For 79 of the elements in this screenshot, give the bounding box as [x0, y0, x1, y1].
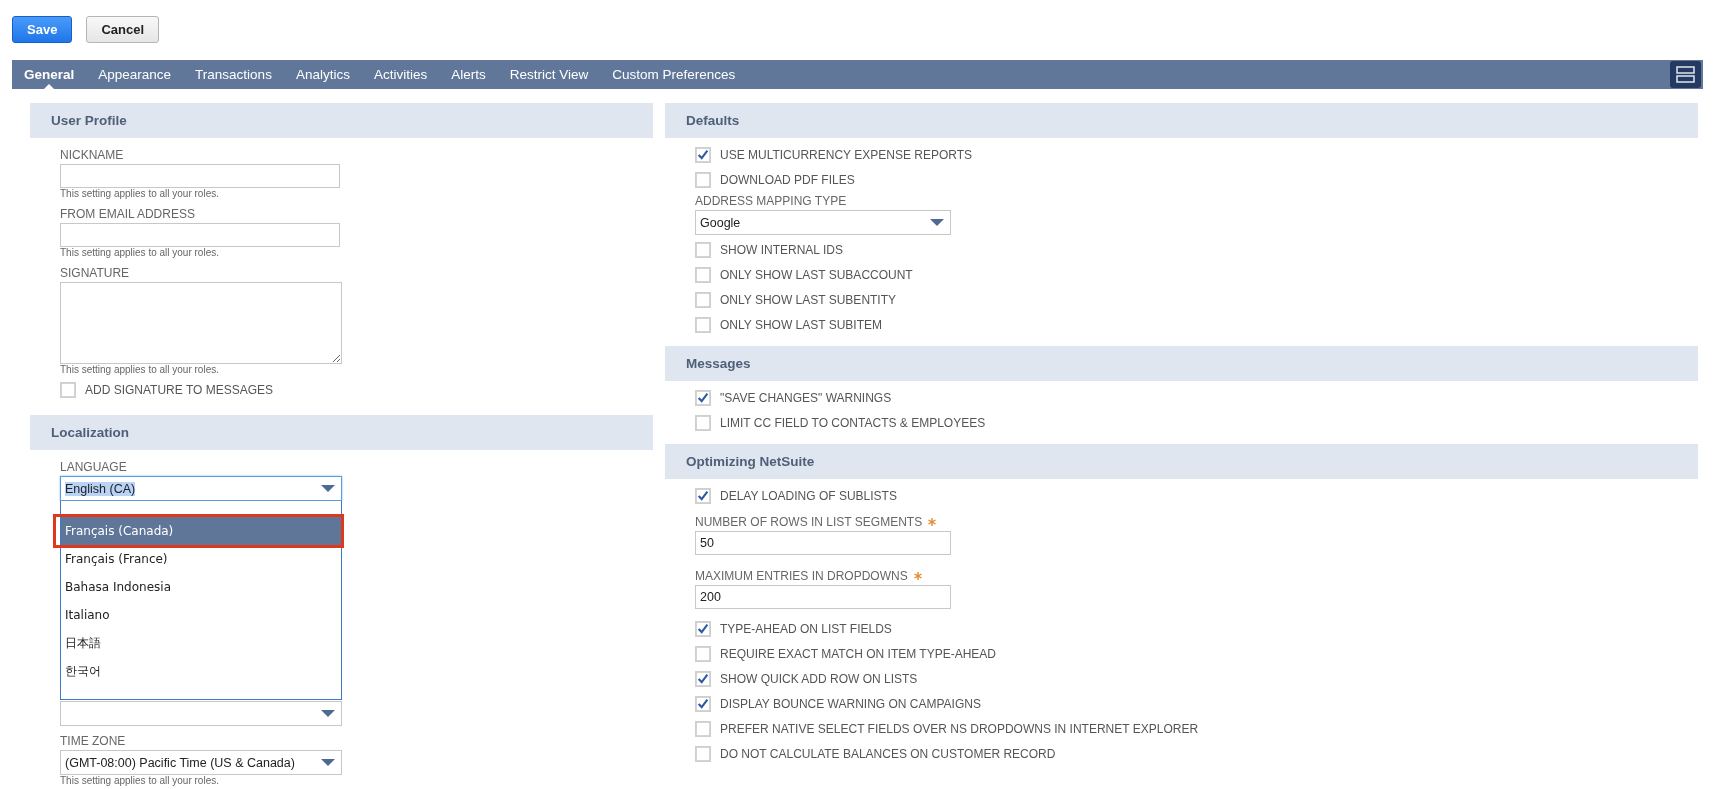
field-label: LANGUAGE — [60, 460, 127, 474]
text-field[interactable]: 200 — [695, 585, 951, 609]
help-text: This setting applies to all your roles. — [60, 776, 219, 786]
caret-icon — [321, 709, 335, 718]
checkbox-label: USE MULTICURRENCY EXPENSE REPORTS — [720, 147, 973, 162]
caret-icon — [321, 484, 335, 493]
tab[interactable]: Analytics — [283, 60, 362, 89]
checkbox-label: SHOW QUICK ADD ROW ON LISTS — [720, 671, 918, 686]
text-field[interactable] — [60, 164, 340, 188]
tab[interactable]: Alerts — [439, 60, 498, 89]
dropdown-field[interactable]: (GMT-08:00) Pacific Time (US & Canada) — [60, 750, 342, 775]
checkbox-label: ONLY SHOW LAST SUBACCOUNT — [720, 267, 913, 282]
cancel-button[interactable]: Cancel — [86, 16, 159, 43]
dropdown-field[interactable]: English (CA) — [60, 476, 342, 501]
field-label: FROM EMAIL ADDRESS — [60, 207, 195, 221]
checkbox[interactable] — [695, 171, 711, 188]
tab[interactable]: Appearance — [86, 60, 184, 89]
section-header: User Profile — [30, 103, 653, 138]
section-header: Messages — [665, 346, 1698, 381]
checkbox[interactable] — [695, 291, 711, 308]
checkbox[interactable] — [695, 389, 711, 406]
checkbox[interactable] — [695, 695, 711, 712]
checkbox[interactable] — [695, 645, 711, 662]
caret-icon — [321, 758, 335, 767]
field-label: NUMBER OF ROWS IN LIST SEGMENTS — [695, 515, 923, 529]
field-label: ADDRESS MAPPING TYPE — [695, 194, 847, 208]
checkbox-label: LIMIT CC FIELD TO CONTACTS & EMPLOYEES — [720, 415, 986, 430]
help-text: This setting applies to all your roles. — [60, 365, 219, 375]
help-text: This setting applies to all your roles. — [60, 189, 219, 199]
dropdown-option[interactable]: Français (France) — [61, 545, 341, 573]
section-header: Localization — [30, 415, 653, 450]
field-label: SIGNATURE — [60, 266, 130, 280]
checkbox[interactable] — [695, 146, 711, 163]
checkbox[interactable] — [695, 414, 711, 431]
caret-icon — [930, 218, 944, 227]
tab[interactable]: Activities — [361, 60, 440, 89]
checkbox-label: ONLY SHOW LAST SUBENTITY — [720, 292, 897, 307]
checkbox-label: TYPE-AHEAD ON LIST FIELDS — [720, 621, 892, 636]
checkbox[interactable] — [695, 266, 711, 283]
checkbox-label: REQUIRE EXACT MATCH ON ITEM TYPE-AHEAD — [720, 646, 997, 661]
dropdown-option[interactable]: 한국어 — [61, 657, 341, 685]
dropdown-option[interactable]: Français (Canada) — [61, 517, 341, 545]
checkbox[interactable] — [695, 241, 711, 258]
dropdown-option[interactable]: Italiano — [61, 601, 341, 629]
checkbox[interactable] — [695, 487, 711, 504]
save-button[interactable]: Save — [12, 16, 73, 43]
dropdown-option[interactable]: 日本語 — [61, 629, 341, 657]
section-header: Optimizing NetSuite — [665, 444, 1698, 479]
section-header: Defaults — [665, 103, 1698, 138]
dropdown-option[interactable]: Bahasa Indonesia — [61, 573, 341, 601]
field-label: NICKNAME — [60, 148, 124, 162]
checkbox[interactable] — [695, 720, 711, 737]
text-field[interactable]: 50 — [695, 531, 951, 555]
text-field[interactable] — [60, 223, 340, 247]
tab[interactable]: Transactions — [183, 60, 284, 89]
tab[interactable]: Custom Preferences — [600, 60, 748, 89]
checkbox-label: DISPLAY BOUNCE WARNING ON CAMPAIGNS — [720, 696, 981, 711]
checkbox-label: "SAVE CHANGES" WARNINGS — [720, 390, 892, 405]
checkbox[interactable] — [695, 745, 711, 762]
checkbox-label: ADD SIGNATURE TO MESSAGES — [85, 382, 274, 397]
checkbox-label: DELAY LOADING OF SUBLISTS — [720, 488, 897, 503]
tab[interactable]: Restrict View — [497, 60, 601, 89]
help-text: This setting applies to all your roles. — [60, 248, 219, 258]
checkbox-label: ONLY SHOW LAST SUBITEM — [720, 317, 883, 332]
checkbox[interactable] — [695, 316, 711, 333]
field-label: MAXIMUM ENTRIES IN DROPDOWNS — [695, 569, 908, 583]
text-area[interactable] — [60, 282, 342, 364]
checkbox-label: DOWNLOAD PDF FILES — [720, 172, 855, 187]
dropdown-field[interactable]: Google — [695, 210, 951, 235]
split-view-icon[interactable] — [1670, 61, 1701, 88]
checkbox-label: PREFER NATIVE SELECT FIELDS OVER NS DROPDOWNS IN INTERNET EXPLORER — [720, 721, 1199, 736]
field-label: TIME ZONE — [60, 734, 126, 748]
checkbox[interactable] — [695, 620, 711, 637]
checkbox-label: SHOW INTERNAL IDS — [720, 242, 843, 257]
checkbox[interactable] — [60, 381, 76, 398]
checkbox[interactable] — [695, 670, 711, 687]
dropdown-field[interactable] — [60, 701, 342, 726]
tab[interactable]: General — [12, 60, 87, 89]
checkbox-label: DO NOT CALCULATE BALANCES ON CUSTOMER RECORD — [720, 746, 1056, 761]
